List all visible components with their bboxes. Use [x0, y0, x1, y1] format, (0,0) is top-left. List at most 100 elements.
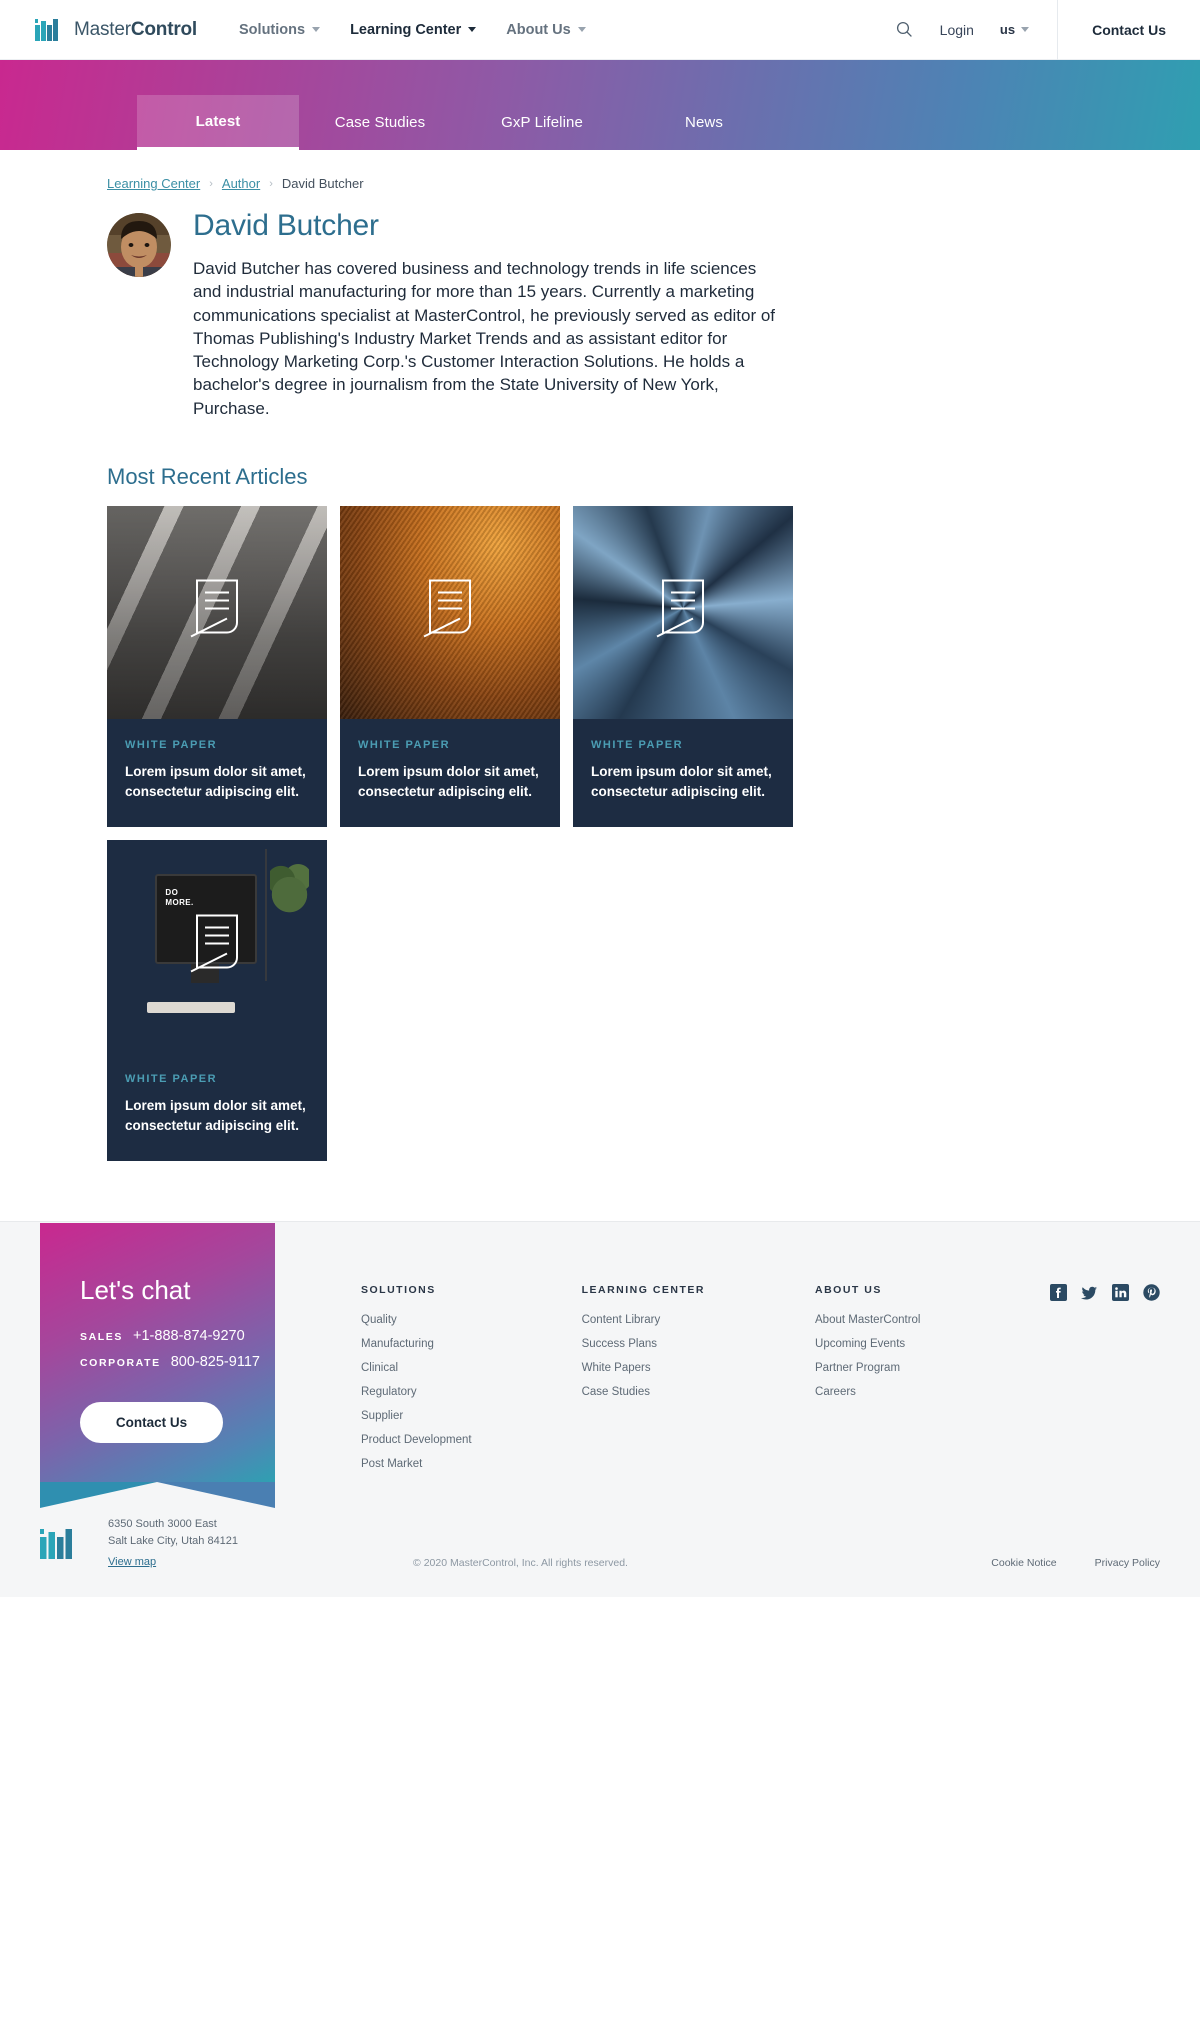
- chevron-down-icon: [312, 27, 321, 32]
- category-tabbar: Latest Case Studies GxP Lifeline News: [0, 60, 1200, 150]
- footer-link-columns: SOLUTIONS Quality Manufacturing Clinical…: [361, 1222, 920, 1482]
- breadcrumb-item-learning-center[interactable]: Learning Center: [107, 176, 200, 191]
- tab-latest[interactable]: Latest: [137, 95, 299, 150]
- card-title: Lorem ipsum dolor sit amet, consectetur …: [125, 763, 306, 799]
- cookie-notice-link[interactable]: Cookie Notice: [991, 1557, 1056, 1569]
- corporate-phone[interactable]: 800-825-9117: [171, 1354, 260, 1370]
- tab-case-studies[interactable]: Case Studies: [299, 95, 461, 150]
- avatar: [107, 213, 171, 277]
- footer-link[interactable]: Product Development: [361, 1434, 472, 1446]
- mastercontrol-logo-icon: [35, 18, 65, 41]
- contact-us-header-button[interactable]: Contact Us: [1058, 22, 1200, 38]
- tab-gxp-lifeline[interactable]: GxP Lifeline: [461, 95, 623, 150]
- nav-label: Learning Center: [350, 21, 462, 38]
- login-link[interactable]: Login: [940, 22, 974, 38]
- article-card[interactable]: WHITE PAPER Lorem ipsum dolor sit amet, …: [340, 505, 560, 828]
- article-card-grid: WHITE PAPER Lorem ipsum dolor sit amet, …: [107, 505, 793, 1162]
- section-title-most-recent: Most Recent Articles: [107, 463, 308, 489]
- nav-label: About Us: [506, 21, 571, 38]
- twitter-icon[interactable]: [1081, 1284, 1098, 1301]
- card-title: Lorem ipsum dolor sit amet, consectetur …: [591, 763, 772, 799]
- card-title: Lorem ipsum dolor sit amet, consectetur …: [125, 1098, 306, 1133]
- card-title: Lorem ipsum dolor sit amet, consectetur …: [358, 763, 539, 799]
- breadcrumb-item-current: David Butcher: [281, 176, 364, 191]
- facebook-icon[interactable]: [1050, 1284, 1067, 1302]
- privacy-policy-link[interactable]: Privacy Policy: [1095, 1557, 1160, 1569]
- card-kicker: WHITE PAPER: [125, 738, 218, 751]
- sales-label: SALES: [80, 1331, 124, 1344]
- chevron-down-icon: [577, 27, 586, 32]
- footer-link[interactable]: Success Plans: [582, 1338, 705, 1350]
- tab-label: News: [685, 114, 723, 131]
- footer-column-title: SOLUTIONS: [361, 1284, 436, 1297]
- white-paper-icon: [189, 579, 245, 646]
- footer-column-learning-center: LEARNING CENTER Content Library Success …: [582, 1284, 705, 1482]
- footer-bottom-bar: 6350 South 3000 East Salt Lake City, Uta…: [0, 1482, 1200, 1597]
- footer-link[interactable]: Content Library: [582, 1314, 705, 1326]
- footer-link[interactable]: White Papers: [582, 1362, 705, 1374]
- footer-link[interactable]: Post Market: [361, 1458, 472, 1470]
- tab-label: Latest: [195, 112, 241, 130]
- card-image: [107, 840, 327, 1053]
- tab-label: Case Studies: [334, 114, 426, 131]
- footer-link[interactable]: About MasterControl: [815, 1314, 920, 1326]
- card-body: WHITE PAPER Lorem ipsum dolor sit amet, …: [107, 1053, 327, 1161]
- tab-list: Latest Case Studies GxP Lifeline News: [137, 95, 785, 150]
- card-body: WHITE PAPER Lorem ipsum dolor sit amet, …: [107, 719, 327, 827]
- footer-link[interactable]: Careers: [815, 1386, 920, 1398]
- article-card[interactable]: WHITE PAPER Lorem ipsum dolor sit amet, …: [107, 840, 327, 1162]
- article-card[interactable]: WHITE PAPER Lorem ipsum dolor sit amet, …: [573, 505, 793, 828]
- nav-item-about-us[interactable]: About Us: [506, 21, 586, 38]
- author-bio: David Butcher has covered business and t…: [193, 259, 776, 418]
- address-line-2: Salt Lake City, Utah 84121: [108, 1535, 239, 1548]
- card-body: WHITE PAPER Lorem ipsum dolor sit amet, …: [573, 719, 793, 827]
- article-card[interactable]: WHITE PAPER Lorem ipsum dolor sit amet, …: [107, 505, 327, 828]
- company-address: 6350 South 3000 East Salt Lake City, Uta…: [108, 1516, 238, 1571]
- tab-news[interactable]: News: [623, 95, 785, 150]
- footer-column-title: LEARNING CENTER: [581, 1284, 706, 1297]
- white-paper-icon: [655, 579, 711, 646]
- copyright-text: © 2020 MasterControl, Inc. All rights re…: [413, 1557, 628, 1570]
- breadcrumb-separator-icon: ›: [209, 177, 213, 190]
- card-kicker: WHITE PAPER: [591, 738, 684, 751]
- search-icon[interactable]: [892, 17, 918, 43]
- white-paper-icon: [189, 913, 245, 980]
- main-content: Learning Center › Author › David Butcher: [0, 176, 1200, 1221]
- author-profile: David Butcher David Butcher has covered …: [107, 207, 927, 420]
- pinterest-icon[interactable]: [1143, 1284, 1160, 1301]
- linkedin-icon[interactable]: [1112, 1284, 1129, 1302]
- nav-item-learning-center[interactable]: Learning Center: [350, 21, 477, 38]
- footer-link[interactable]: Manufacturing: [361, 1338, 472, 1350]
- mastercontrol-logo-icon: [40, 1528, 80, 1559]
- footer-link[interactable]: Regulatory: [361, 1386, 472, 1398]
- card-body: WHITE PAPER Lorem ipsum dolor sit amet, …: [340, 719, 560, 827]
- breadcrumb: Learning Center › Author › David Butcher: [107, 176, 927, 191]
- footer-column-solutions: SOLUTIONS Quality Manufacturing Clinical…: [361, 1284, 472, 1482]
- corporate-phone-row: CORPORATE 800-825-9117: [80, 1354, 275, 1370]
- nav-item-solutions[interactable]: Solutions: [239, 22, 321, 38]
- locale-selector[interactable]: us: [999, 22, 1030, 37]
- address-line-1: 6350 South 3000 East: [108, 1518, 217, 1531]
- logo-text: MasterControl: [74, 18, 198, 40]
- footer-column-title: ABOUT US: [815, 1284, 882, 1297]
- card-kicker: WHITE PAPER: [358, 738, 451, 751]
- footer-link[interactable]: Partner Program: [815, 1362, 920, 1374]
- footer-link[interactable]: Upcoming Events: [815, 1338, 920, 1350]
- footer-link[interactable]: Clinical: [361, 1362, 472, 1374]
- logo[interactable]: MasterControl: [35, 18, 198, 41]
- footer-link[interactable]: Supplier: [361, 1410, 472, 1422]
- lets-chat-title: Let's chat: [80, 1275, 191, 1306]
- tab-label: GxP Lifeline: [501, 114, 583, 131]
- lets-chat-panel: Let's chat SALES +1-888-874-9270 CORPORA…: [40, 1223, 275, 1509]
- card-image: [573, 505, 793, 719]
- breadcrumb-item-author[interactable]: Author: [222, 176, 260, 191]
- page-title: David Butcher: [193, 209, 379, 242]
- card-image: [340, 505, 560, 719]
- footer-link[interactable]: Case Studies: [582, 1386, 705, 1398]
- view-map-link[interactable]: View map: [108, 1554, 156, 1571]
- contact-us-button[interactable]: Contact Us: [80, 1402, 223, 1444]
- locale-label: us: [999, 22, 1016, 37]
- main-navigation: Solutions Learning Center About Us: [239, 22, 586, 38]
- footer-link[interactable]: Quality: [361, 1314, 472, 1326]
- sales-phone[interactable]: +1-888-874-9270: [133, 1328, 245, 1344]
